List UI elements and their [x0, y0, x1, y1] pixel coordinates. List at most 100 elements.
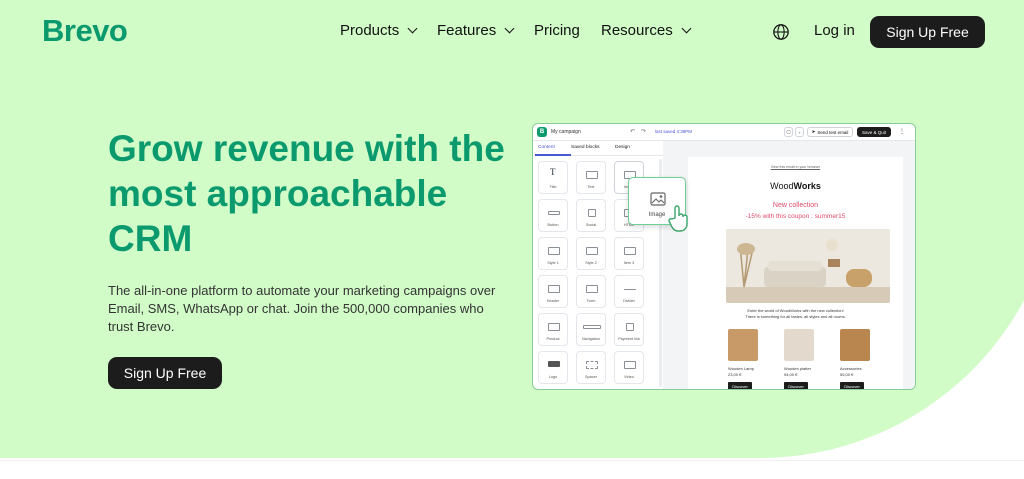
view-in-browser-link[interactable]: View this email in your browser	[688, 165, 903, 169]
block-social[interactable]: Social	[576, 199, 606, 232]
nav-features-label: Features	[437, 22, 497, 39]
product-price: 55,00 €	[840, 372, 854, 377]
block-button[interactable]: Button	[538, 199, 568, 232]
brevo-app-icon: B	[537, 127, 547, 137]
signup-button-hero[interactable]: Sign Up Free	[108, 357, 222, 389]
block-label: Navigation	[582, 337, 600, 341]
nav-pricing-label: Pricing	[534, 22, 580, 39]
block-style-1[interactable]: Style 1	[538, 237, 568, 270]
block-title[interactable]: T Title	[538, 161, 568, 194]
product-photo-lamp	[728, 329, 758, 361]
editor-tabs: Content Saved blocks Design	[533, 141, 663, 156]
discover-button[interactable]: Discover	[840, 382, 864, 389]
redo-icon[interactable]: ↷	[641, 128, 646, 135]
form-icon	[586, 285, 598, 293]
payment-icon	[626, 323, 634, 331]
layout-icon	[548, 247, 560, 255]
signup-button-nav[interactable]: Sign Up Free	[870, 16, 985, 48]
product-photo-platter	[784, 329, 814, 361]
spacer-icon	[586, 361, 598, 369]
preview-icon[interactable]: ▢	[784, 127, 793, 137]
product-price: 23,00 €	[728, 372, 742, 377]
block-label: Style 1	[547, 261, 559, 265]
block-item-3[interactable]: Item 3	[614, 237, 644, 270]
social-icon	[588, 209, 596, 217]
block-style-2[interactable]: Style 2	[576, 237, 606, 270]
hero-photo	[726, 229, 890, 303]
discover-button[interactable]: Discover	[728, 382, 752, 389]
top-navigation: Brevo Products Features Pricing Resource…	[0, 0, 1024, 64]
tab-saved-blocks[interactable]: Saved blocks	[571, 145, 600, 150]
block-product[interactable]: Product	[538, 313, 568, 346]
hero-headline: Grow revenue with the most approachable …	[108, 128, 505, 259]
login-link[interactable]: Log in	[814, 22, 855, 39]
hero-subtext: The all-in-one platform to automate your…	[108, 283, 496, 334]
layout-icon	[586, 247, 598, 255]
comment-icon[interactable]: ▫	[795, 127, 804, 137]
block-label: Divider	[623, 299, 635, 303]
editor-toolbar: B My campaign ↶ ↷ last saved 4:39PM ▢ ▫ …	[533, 124, 915, 141]
chevron-down-icon	[504, 23, 515, 34]
nav-resources[interactable]: Resources	[601, 22, 692, 39]
block-payment-link[interactable]: Payment link	[614, 313, 644, 346]
undo-icon[interactable]: ↶	[630, 128, 635, 135]
more-menu-icon[interactable]: ⋮	[899, 128, 905, 135]
hand-cursor-icon	[668, 205, 688, 232]
nav-products-label: Products	[340, 22, 400, 39]
brevo-logo[interactable]: Brevo	[42, 13, 128, 49]
send-test-button[interactable]: ➤ Send test email	[807, 127, 853, 137]
header-icon	[548, 285, 560, 293]
block-label: Form	[586, 299, 596, 303]
nav-features[interactable]: Features	[437, 22, 515, 39]
text-icon	[586, 171, 598, 179]
nav-pricing[interactable]: Pricing	[534, 22, 580, 39]
chevron-down-icon	[407, 23, 418, 34]
save-quit-button[interactable]: Save & Quit	[857, 127, 891, 137]
block-label: Logo	[548, 375, 558, 379]
layout-icon	[624, 247, 636, 255]
block-label: Spacer	[584, 375, 598, 379]
send-icon: ➤	[811, 129, 816, 134]
block-label: Text	[587, 185, 595, 189]
tab-content[interactable]: Content	[538, 145, 555, 150]
image-icon	[650, 192, 666, 206]
coupon-text: -15% with this coupon : summer15	[745, 213, 846, 220]
block-logo[interactable]: Logo	[538, 351, 568, 384]
button-icon	[548, 211, 560, 215]
nav-products[interactable]: Products	[340, 22, 418, 39]
block-label: Item 3	[623, 261, 635, 265]
block-label: Payment link	[618, 337, 640, 341]
brand-part-2: Works	[793, 181, 821, 191]
video-icon	[624, 361, 636, 369]
block-header[interactable]: Header	[538, 275, 568, 308]
collection-title: New collection	[772, 202, 819, 209]
navigation-icon	[583, 325, 601, 329]
block-video[interactable]: Video	[614, 351, 644, 384]
globe-icon[interactable]	[772, 23, 790, 41]
intro-line-2: There is something for all tastes, all s…	[745, 314, 846, 319]
block-text[interactable]: Text	[576, 161, 606, 194]
block-label: Video	[624, 375, 634, 379]
block-navigation[interactable]: Navigation	[576, 313, 606, 346]
product-name: Accessories	[840, 366, 862, 371]
product-icon	[548, 323, 560, 331]
block-spacer[interactable]: Spacer	[576, 351, 606, 384]
product-name: Wooden Lamp	[728, 366, 754, 371]
block-divider[interactable]: Divider	[614, 275, 644, 308]
nav-resources-label: Resources	[601, 22, 673, 39]
last-saved: last saved 4:39PM	[655, 129, 693, 134]
block-label: Style 2	[585, 261, 597, 265]
block-label: Button	[547, 223, 559, 227]
campaign-name: My campaign	[551, 129, 581, 135]
divider-icon	[624, 289, 636, 290]
block-label: Header	[546, 299, 560, 303]
email-brand: WoodWorks	[688, 181, 903, 191]
living-room-image	[726, 229, 890, 303]
discover-button[interactable]: Discover	[784, 382, 808, 389]
brand-part-1: Wood	[770, 181, 794, 191]
product-price: 94,00 €	[784, 372, 798, 377]
email-editor-preview: B My campaign ↶ ↷ last saved 4:39PM ▢ ▫ …	[532, 123, 916, 390]
block-form[interactable]: Form	[576, 275, 606, 308]
tab-design[interactable]: Design	[615, 145, 630, 150]
block-label: Social	[585, 223, 597, 227]
